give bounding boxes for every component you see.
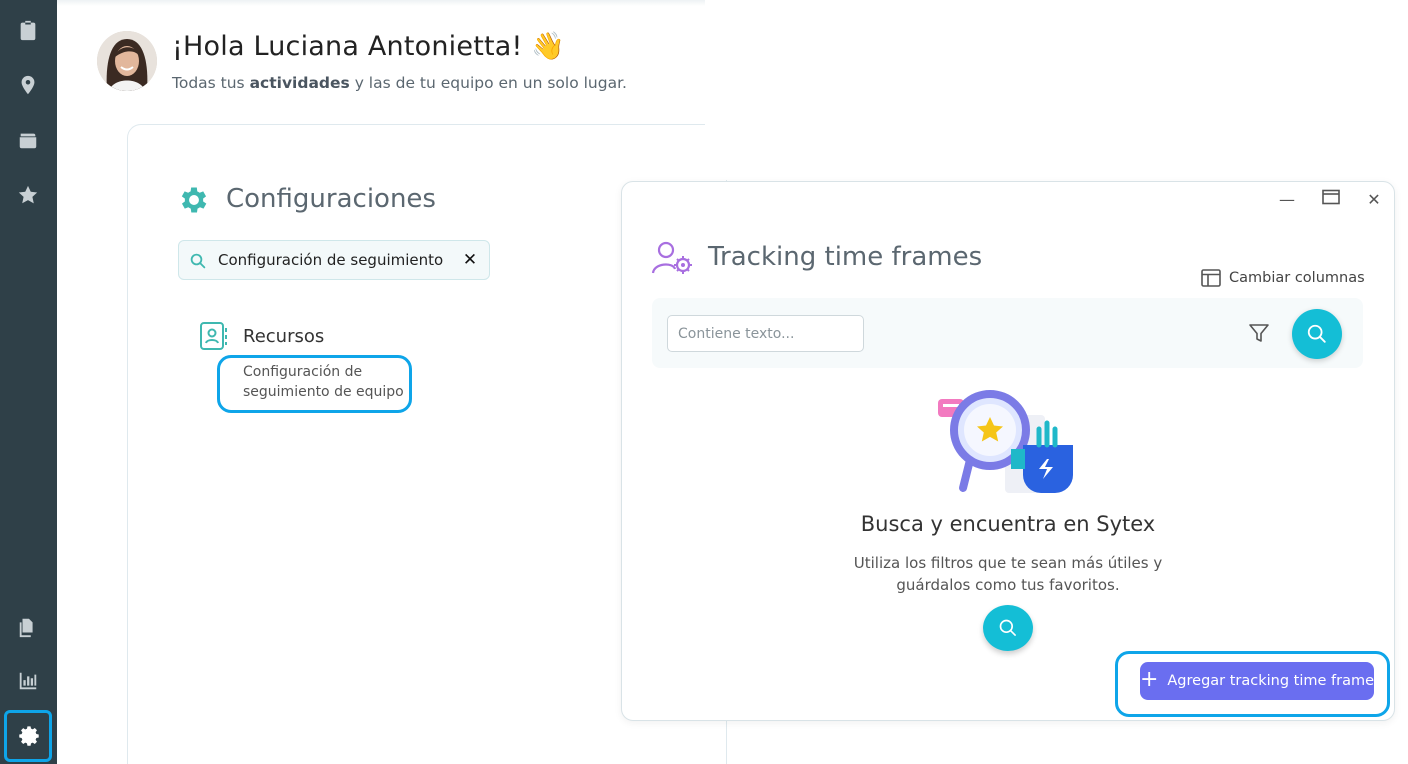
maximize-icon [1322, 189, 1340, 205]
sidebar [0, 0, 57, 764]
empty-search-button[interactable] [983, 605, 1033, 651]
search-button[interactable] [1292, 309, 1342, 359]
empty-state-title: Busca y encuentra en Sytex [860, 512, 1156, 536]
clipboard-icon[interactable] [16, 18, 40, 42]
user-settings-icon [651, 240, 693, 276]
gear-icon [177, 183, 211, 217]
settings-search-box[interactable]: Configuración de seguimiento ✕ [178, 240, 490, 280]
search-icon [190, 253, 206, 269]
settings-title: Configuraciones [226, 184, 436, 214]
greeting-sub-prefix: Todas tus [172, 74, 245, 92]
dialog-title: Tracking time frames [708, 242, 983, 272]
avatar[interactable] [97, 31, 157, 91]
section-title-recursos: Recursos [243, 326, 325, 347]
add-button-label: Agregar tracking time frame [1167, 673, 1375, 689]
plus-icon: + [1139, 667, 1159, 692]
search-icon [999, 619, 1016, 636]
minimize-button[interactable]: — [1276, 189, 1298, 211]
documents-icon[interactable] [16, 615, 40, 639]
greeting-sub-suffix: y las de tu equipo en un solo lugar. [354, 74, 627, 92]
columns-icon [1201, 269, 1221, 287]
empty-state-description: Utiliza los filtros que te sean más útil… [853, 554, 1163, 594]
greeting-title: ¡Hola Luciana Antonietta! 👋 [172, 31, 566, 62]
background-area [705, 0, 1408, 180]
star-icon[interactable] [16, 183, 40, 207]
top-divider [57, 0, 705, 6]
location-pin-icon[interactable] [16, 73, 40, 97]
tracking-settings-link[interactable]: Configuración de seguimiento de equipo [243, 362, 408, 402]
greeting-sub-bold: actividades [249, 74, 350, 92]
gear-icon[interactable] [17, 724, 41, 748]
maximize-button[interactable] [1320, 189, 1342, 211]
search-icon [1307, 324, 1326, 343]
clear-search-button[interactable]: ✕ [459, 249, 481, 271]
close-button[interactable]: ✕ [1363, 189, 1385, 211]
settings-nav-highlight[interactable] [4, 710, 52, 762]
add-tracking-time-frame-button[interactable]: + Agregar tracking time frame [1140, 662, 1374, 700]
greeting-subtitle: Todas tus actividades y las de tu equipo… [172, 74, 627, 92]
search-illustration-icon [935, 385, 1085, 500]
wallet-icon[interactable] [16, 128, 40, 152]
change-columns-button[interactable]: Cambiar columnas [1201, 268, 1365, 288]
filter-icon[interactable] [1248, 322, 1270, 344]
contains-text-input[interactable] [667, 315, 864, 352]
bar-chart-icon[interactable] [16, 669, 40, 693]
contact-card-icon [199, 321, 229, 351]
change-columns-label: Cambiar columnas [1229, 270, 1365, 286]
settings-search-input[interactable]: Configuración de seguimiento [218, 251, 443, 269]
